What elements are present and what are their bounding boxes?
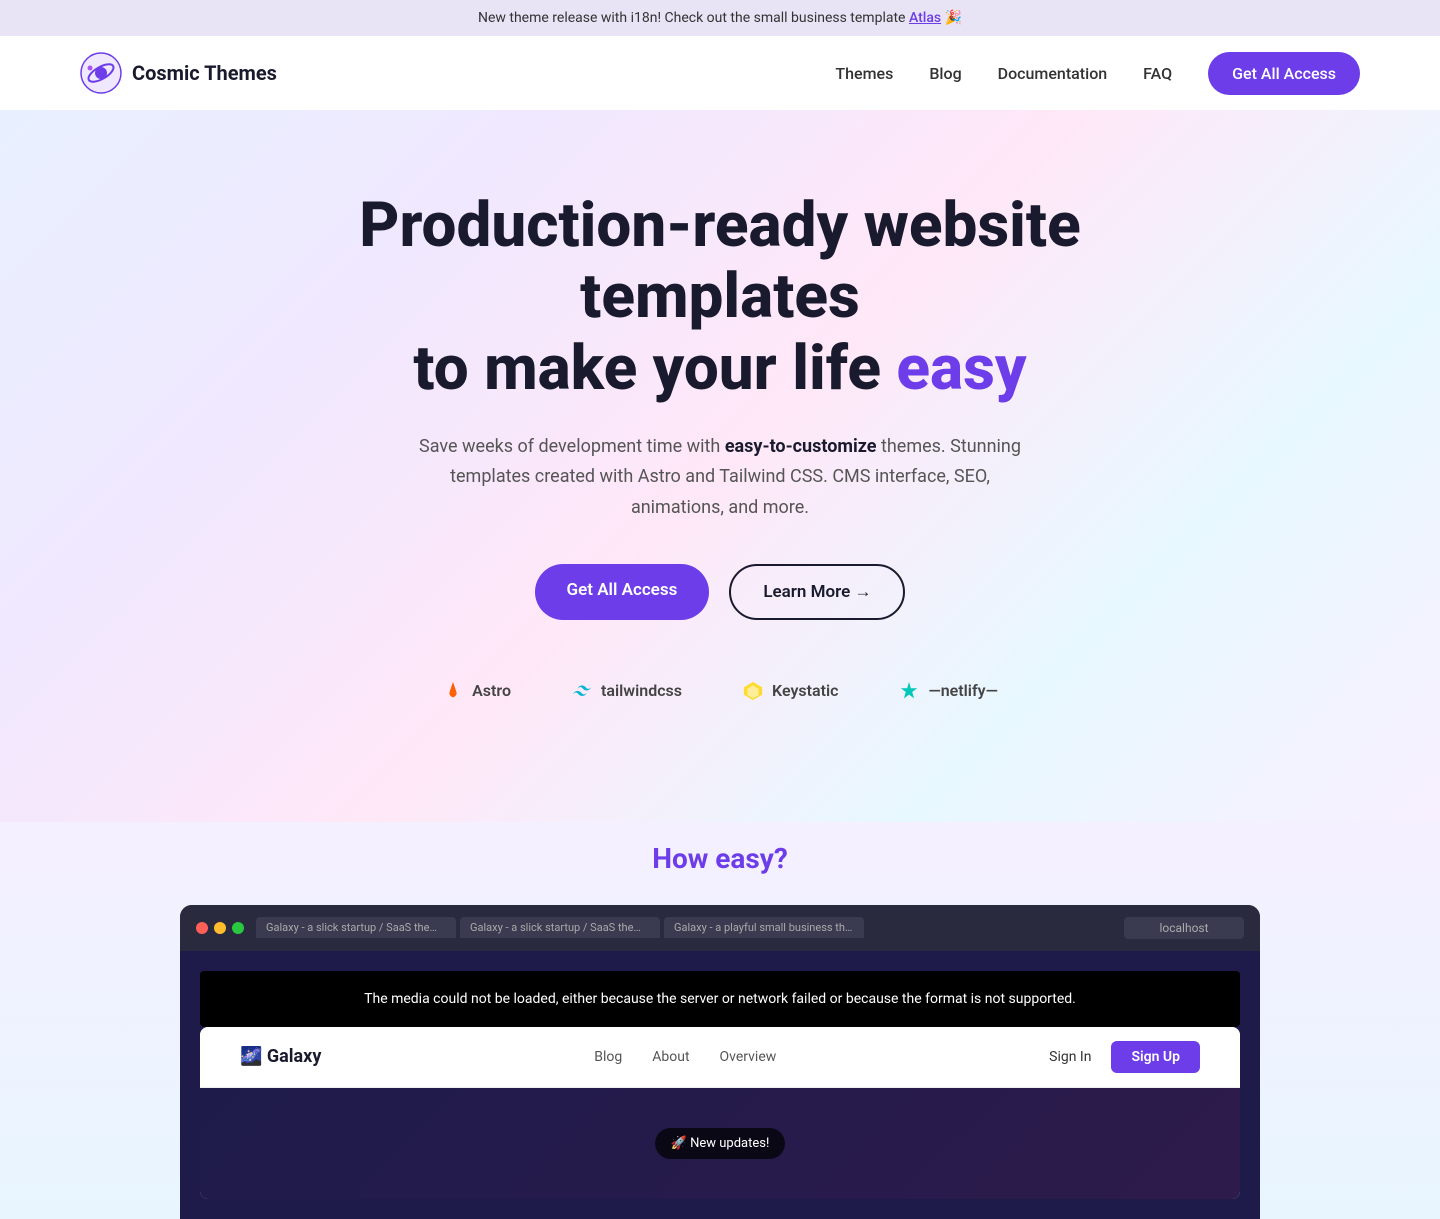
- inner-nav: 🌌 Galaxy Blog About Overview Sign In Sig…: [200, 1027, 1240, 1088]
- announcement-text: New theme release with i18n! Check out t…: [478, 10, 909, 26]
- learn-more-button[interactable]: Learn More →: [729, 564, 905, 620]
- browser-dot-minimize: [214, 922, 226, 934]
- browser-dot-maximize: [232, 922, 244, 934]
- brand-netlify: —netlify—: [898, 680, 997, 702]
- logo-icon: [80, 52, 122, 94]
- hero-title: Production-ready website templates to ma…: [270, 190, 1170, 404]
- tailwind-icon: [571, 680, 593, 702]
- hero-title-part1: Production-ready website templates: [359, 189, 1080, 333]
- nav-cta-button[interactable]: Get All Access: [1208, 52, 1360, 95]
- inner-nav-overview: Overview: [720, 1049, 777, 1065]
- brand-astro-label: Astro: [472, 681, 511, 700]
- hero-subtitle-bold: easy-to-customize: [725, 436, 877, 457]
- inner-nav-links: Blog About Overview: [594, 1049, 776, 1065]
- browser-tab-1[interactable]: Galaxy - a slick startup / SaaS theme bu…: [256, 917, 456, 938]
- brand-keystatic: Keystatic: [742, 680, 838, 702]
- inner-nav-signin: Sign In: [1049, 1049, 1091, 1065]
- inner-nav-about: About: [652, 1049, 689, 1065]
- browser-tabs: Galaxy - a slick startup / SaaS theme bu…: [256, 917, 1112, 938]
- browser-dots: [196, 922, 244, 934]
- brand-netlify-label: —netlify—: [928, 681, 997, 700]
- browser-chrome: Galaxy - a slick startup / SaaS theme bu…: [180, 905, 1260, 951]
- brand-tailwind: tailwindcss: [571, 680, 682, 702]
- browser-content: The media could not be loaded, either be…: [180, 951, 1260, 1219]
- inner-nav-signup: Sign Up: [1111, 1041, 1200, 1073]
- media-error-message: The media could not be loaded, either be…: [200, 971, 1240, 1027]
- hero-subtitle-normal1: Save weeks of development time with: [419, 436, 725, 457]
- browser-dot-close: [196, 922, 208, 934]
- nav-blog[interactable]: Blog: [929, 64, 961, 83]
- astro-icon: [442, 680, 464, 702]
- announcement-link[interactable]: Atlas: [909, 10, 941, 26]
- how-easy-section: How easy? Galaxy - a slick startup / Saa…: [0, 822, 1440, 1219]
- keystatic-icon: [742, 680, 764, 702]
- navbar: Cosmic Themes Themes Blog Documentation …: [0, 36, 1440, 110]
- how-easy-title: How easy?: [20, 842, 1420, 875]
- nav-links: Themes Blog Documentation FAQ Get All Ac…: [835, 64, 1360, 83]
- browser-address-bar[interactable]: localhost: [1124, 917, 1244, 939]
- brand-tailwind-label: tailwindcss: [601, 681, 682, 700]
- browser-tab-3[interactable]: Galaxy - a playful small business theme …: [664, 917, 864, 938]
- inner-nav-blog: Blog: [594, 1049, 622, 1065]
- browser-tab-2[interactable]: Galaxy - a slick startup / SaaS theme bu…: [460, 917, 660, 938]
- logo-link[interactable]: Cosmic Themes: [80, 52, 277, 94]
- inner-nav-logo: 🌌 Galaxy: [240, 1046, 321, 1067]
- nav-themes[interactable]: Themes: [835, 64, 893, 83]
- netlify-icon: [898, 680, 920, 702]
- logo-text: Cosmic Themes: [132, 61, 277, 85]
- browser-frame: Galaxy - a slick startup / SaaS theme bu…: [180, 905, 1260, 1219]
- hero-buttons: Get All Access Learn More →: [20, 564, 1420, 620]
- brand-keystatic-label: Keystatic: [772, 681, 838, 700]
- announcement-bar: New theme release with i18n! Check out t…: [0, 0, 1440, 36]
- brand-logos: Astro tailwindcss Keystatic —netlify—: [20, 680, 1420, 702]
- announcement-emoji: 🎉: [945, 10, 962, 26]
- hero-section: Production-ready website templates to ma…: [0, 110, 1440, 822]
- hero-title-accent: easy: [896, 332, 1026, 405]
- hero-subtitle: Save weeks of development time with easy…: [410, 432, 1030, 524]
- get-all-access-button[interactable]: Get All Access: [535, 564, 710, 620]
- nav-faq[interactable]: FAQ: [1143, 64, 1172, 83]
- nav-documentation[interactable]: Documentation: [998, 64, 1108, 83]
- inner-browser: 🌌 Galaxy Blog About Overview Sign In Sig…: [200, 1027, 1240, 1199]
- brand-astro: Astro: [442, 680, 511, 702]
- hero-title-part2: to make your life: [413, 332, 896, 405]
- notification-badge: 🚀 New updates!: [655, 1128, 786, 1159]
